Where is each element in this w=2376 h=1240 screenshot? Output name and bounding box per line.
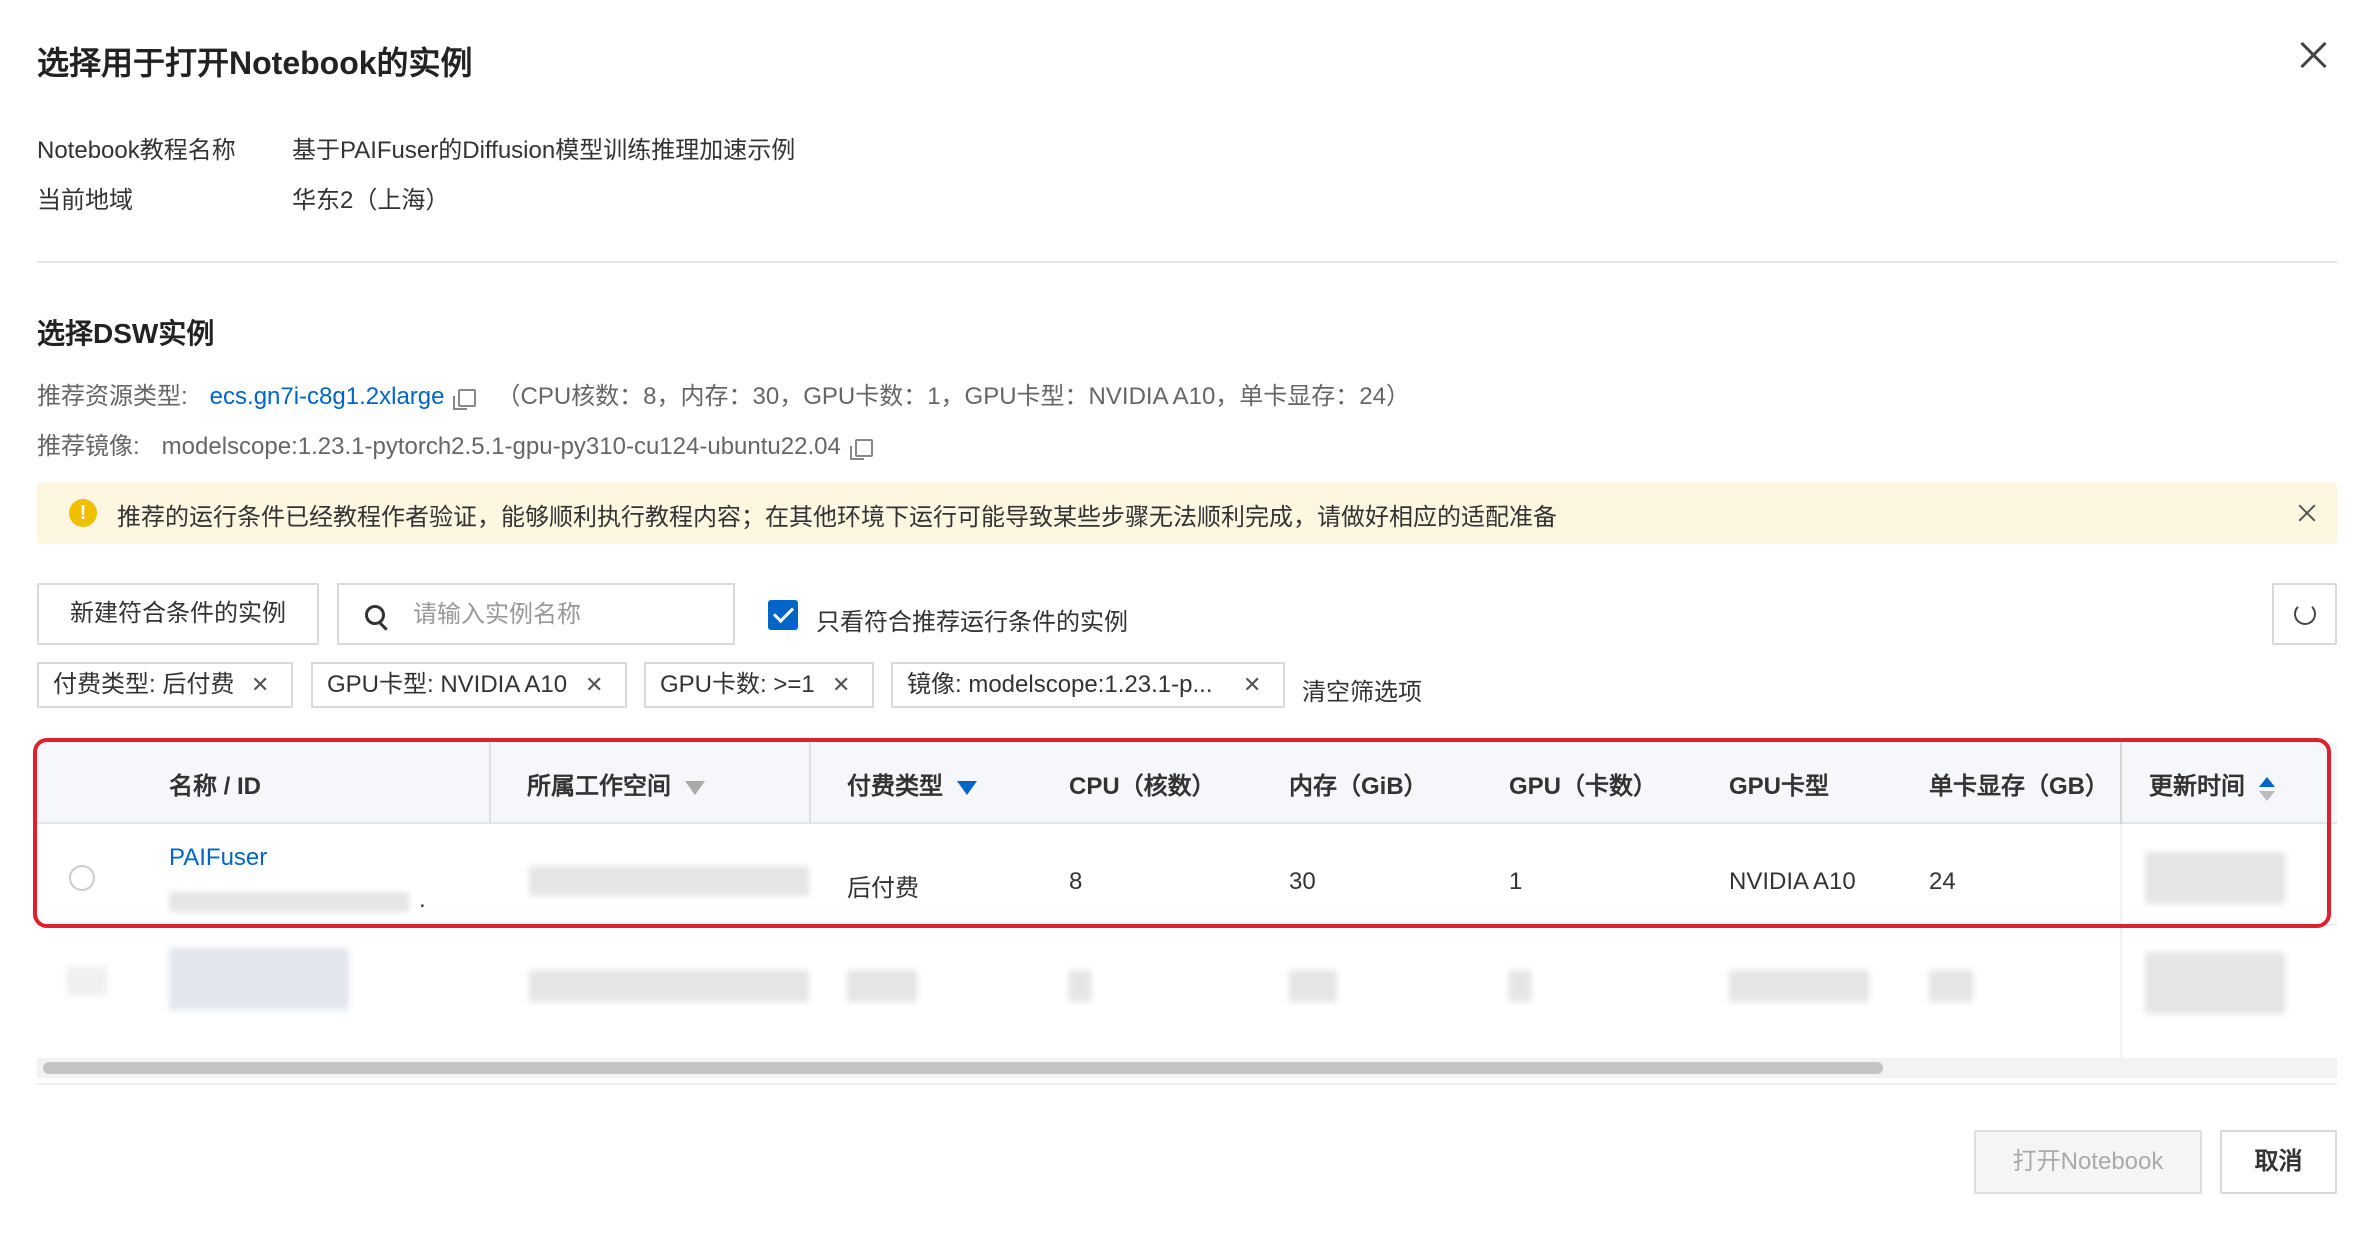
column-label: 所属工作空间 xyxy=(527,773,671,800)
filter-icon[interactable] xyxy=(685,780,705,795)
column-label: 付费类型 xyxy=(847,773,943,800)
filter-tag: GPU卡型: NVIDIA A10 ✕ xyxy=(311,662,627,708)
redacted-gpu xyxy=(1509,970,1531,1002)
image-label: 推荐镜像: xyxy=(37,433,140,460)
alert-close-icon[interactable] xyxy=(2295,500,2319,524)
region-row: 当前地域 华东2（上海） xyxy=(37,180,449,215)
redacted-gpu-mem xyxy=(1929,970,1973,1002)
table-row[interactable]: PAIFuser . 后付费 8 30 1 NVIDIA A10 24 xyxy=(37,824,2337,926)
open-notebook-button[interactable]: 打开Notebook xyxy=(1974,1130,2202,1194)
gpu-type-cell: NVIDIA A10 xyxy=(1729,868,1856,895)
checkbox-label[interactable]: 只看符合推荐运行条件的实例 xyxy=(816,602,1128,637)
filter-tag: 付费类型: 后付费 ✕ xyxy=(37,662,293,708)
cpu-cell: 8 xyxy=(1069,868,1083,895)
column-header-gpu-mem: 单卡显存（GB） xyxy=(1929,773,2109,800)
resource-specs: （CPU核数：8，内存：30，GPU卡数：1，GPU卡型：NVIDIA A10，… xyxy=(496,383,1410,410)
divider xyxy=(37,1083,2337,1085)
tag-close-icon[interactable]: ✕ xyxy=(251,664,269,706)
redacted-gpu-type xyxy=(1729,970,1869,1002)
fixed-column-shadow xyxy=(2120,742,2124,1062)
row-radio[interactable] xyxy=(69,865,95,891)
tag-close-icon[interactable]: ✕ xyxy=(832,664,850,706)
gpu-cell: 1 xyxy=(1509,868,1523,895)
filter-tag-label: 付费类型: 后付费 xyxy=(53,671,235,698)
instance-id-suffix: . xyxy=(419,886,426,913)
redacted-name xyxy=(169,948,349,1010)
filter-icon[interactable] xyxy=(957,780,977,795)
redacted-billing xyxy=(847,970,917,1002)
new-instance-button[interactable]: 新建符合条件的实例 xyxy=(37,583,319,645)
cancel-button[interactable]: 取消 xyxy=(2220,1130,2337,1194)
column-header-updated: 更新时间 xyxy=(2149,766,2275,801)
filter-tag: GPU卡数: >=1 ✕ xyxy=(644,662,874,708)
refresh-button[interactable] xyxy=(2272,583,2337,645)
search-input[interactable] xyxy=(411,595,715,635)
clear-filters-link[interactable]: 清空筛选项 xyxy=(1302,672,1422,707)
sort-icon[interactable] xyxy=(2259,776,2275,801)
image-value: modelscope:1.23.1-pytorch2.5.1-gpu-py310… xyxy=(161,433,841,460)
tag-close-icon[interactable]: ✕ xyxy=(1243,664,1261,706)
region-label: 当前地域 xyxy=(37,187,133,214)
tutorial-name-label: Notebook教程名称 xyxy=(37,137,236,164)
column-header-cpu: CPU（核数） xyxy=(1069,773,1216,800)
table-header: 名称 / ID 所属工作空间 付费类型 CPU（核数） 内存（GiB） GPU（… xyxy=(37,742,2337,824)
copy-icon[interactable] xyxy=(849,438,873,460)
divider xyxy=(37,261,2337,263)
column-header-gpu-type: GPU卡型 xyxy=(1729,773,1830,800)
redacted-radio xyxy=(67,966,107,996)
close-icon[interactable] xyxy=(2298,40,2328,70)
column-header-billing: 付费类型 xyxy=(847,766,977,801)
column-divider xyxy=(489,742,491,822)
section-title: 选择DSW实例 xyxy=(37,318,215,349)
redacted-cpu xyxy=(1069,970,1091,1002)
instance-name-link[interactable]: PAIFuser xyxy=(169,844,267,872)
recommended-image-row: 推荐镜像: modelscope:1.23.1-pytorch2.5.1-gpu-… xyxy=(37,426,873,461)
scrollbar-thumb[interactable] xyxy=(43,1062,1883,1074)
column-header-workspace: 所属工作空间 xyxy=(527,766,705,801)
redacted-updated-time xyxy=(2145,952,2285,1014)
gpu-mem-cell: 24 xyxy=(1929,868,1956,895)
billing-cell: 后付费 xyxy=(847,875,919,902)
resource-type-link[interactable]: ecs.gn7i-c8g1.2xlarge xyxy=(210,383,445,410)
tag-close-icon[interactable]: ✕ xyxy=(585,664,603,706)
redacted-instance-id xyxy=(169,892,409,912)
recommended-only-checkbox[interactable] xyxy=(768,600,798,630)
redacted-workspace xyxy=(529,866,809,896)
column-label: 更新时间 xyxy=(2149,773,2245,800)
search-icon xyxy=(365,605,385,625)
copy-icon[interactable] xyxy=(453,388,477,410)
table-row[interactable] xyxy=(37,926,2337,1044)
filter-tag-label: GPU卡型: NVIDIA A10 xyxy=(327,671,568,698)
column-header-name: 名称 / ID xyxy=(169,773,262,800)
filter-tag: 镜像: modelscope:1.23.1-p... ✕ xyxy=(891,662,1285,708)
recommended-resource-row: 推荐资源类型: ecs.gn7i-c8g1.2xlarge （CPU核数：8，内存：… xyxy=(37,376,1410,411)
column-header-gpu: GPU（卡数） xyxy=(1509,773,1658,800)
column-divider xyxy=(809,742,811,822)
search-box xyxy=(337,583,735,645)
filter-tag-label: GPU卡数: >=1 xyxy=(660,671,815,698)
dialog-title: 选择用于打开Notebook的实例 xyxy=(37,45,473,81)
filter-tag-label: 镜像: modelscope:1.23.1-p... xyxy=(907,671,1213,698)
redacted-workspace xyxy=(529,970,809,1002)
memory-cell: 30 xyxy=(1289,868,1316,895)
warning-alert: ! 推荐的运行条件已经教程作者验证，能够顺利执行教程内容；在其他环境下运行可能导… xyxy=(37,482,2337,544)
redacted-updated-time xyxy=(2145,852,2285,904)
tutorial-name-value: 基于PAIFuser的Diffusion模型训练推理加速示例 xyxy=(292,137,796,164)
warning-icon: ! xyxy=(69,499,97,527)
tutorial-name-row: Notebook教程名称 基于PAIFuser的Diffusion模型训练推理加速… xyxy=(37,130,795,165)
horizontal-scrollbar[interactable] xyxy=(37,1058,2337,1078)
redacted-memory xyxy=(1289,970,1337,1002)
resource-label: 推荐资源类型: xyxy=(37,383,188,410)
region-value: 华东2（上海） xyxy=(292,187,450,214)
column-header-memory: 内存（GiB） xyxy=(1289,773,1428,800)
refresh-icon xyxy=(2294,603,2316,625)
alert-text: 推荐的运行条件已经教程作者验证，能够顺利执行教程内容；在其他环境下运行可能导致某… xyxy=(117,504,1557,531)
